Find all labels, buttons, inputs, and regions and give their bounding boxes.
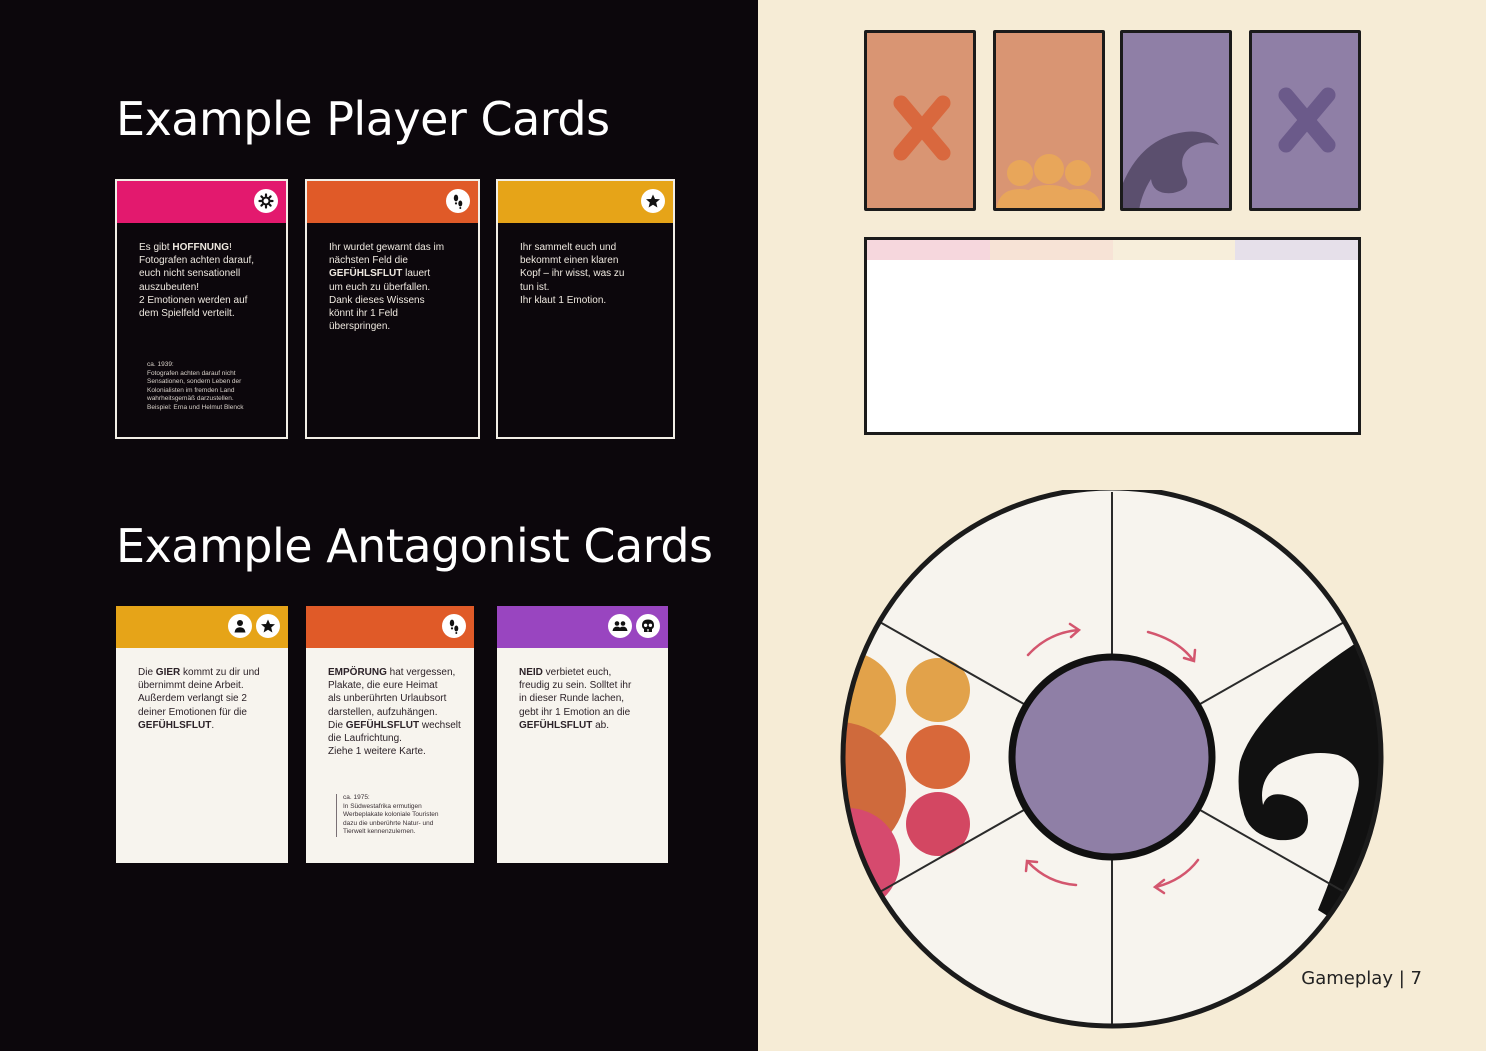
card-text-line: in dieser Runde lachen, [519, 693, 625, 705]
crowd-icon [996, 154, 1102, 208]
card-text-line: tun ist. [520, 281, 550, 293]
group-icon [608, 614, 632, 638]
card-text-line: 2 Emotionen werden auf [139, 294, 248, 306]
card-history-note: ca. 1975: In Südwestafrika ermutigen Werbe… [336, 794, 460, 837]
page-footer: Gameplay | 7 [1301, 968, 1422, 989]
card-text-line: GEFÜHLSFLUT. [138, 719, 215, 731]
card-text-line: als unberührten Urlaubsort [328, 693, 447, 705]
card-text-line: Ihr klaut 1 Emotion. [520, 294, 607, 306]
note-line: Tierwelt kennenzulernen. [343, 828, 416, 835]
card-text-line: übernimmt deine Arbeit. [138, 680, 244, 692]
antagonist-cards-heading: Example Antagonist Cards [116, 519, 713, 573]
card-text: Die GIER kommt zu dir und übernimmt deine… [138, 666, 276, 732]
card-text: Ihr wurdet gewarnt das im nächsten Feld d… [329, 241, 466, 333]
star-icon [641, 189, 665, 213]
card-text-line: bekommt einen klaren [520, 255, 619, 267]
card-slot-1[interactable] [864, 30, 976, 211]
card-text-line: Die GEFÜHLSFLUT wechselt [328, 719, 461, 731]
card-text-line: GEFÜHLSFLUT ab. [519, 719, 610, 731]
x-icon [1278, 87, 1336, 153]
right-page: Gameplay | 7 [758, 0, 1486, 1051]
card-text: Es gibt HOFFNUNG! Fotografen achten darau… [139, 241, 274, 320]
note-line: wahrheitsgemäß darzustellen. [147, 395, 234, 402]
player-card-hope[interactable]: Es gibt HOFFNUNG! Fotografen achten darau… [115, 179, 288, 439]
card-text-line: Dank dieses Wissens [329, 294, 425, 306]
antagonist-card-envy[interactable]: NEID verbietet euch, freudig zu sein. Sol… [497, 606, 668, 863]
note-line: In Südwestafrika ermutigen [343, 802, 422, 810]
card-text-line: freudig zu sein. Solltet ihr [519, 680, 632, 692]
card-text-line: darstellen, aufzuhängen. [328, 706, 438, 718]
card-slot-4[interactable] [1249, 30, 1361, 211]
gear-icon [254, 189, 278, 213]
game-wheel[interactable] [838, 490, 1388, 1030]
person-icon [228, 614, 252, 638]
card-text-line: Kopf – ihr wisst, was zu [520, 268, 625, 280]
card-slot-2[interactable] [993, 30, 1105, 211]
card-icons [228, 614, 280, 638]
player-card-clear-head[interactable]: Ihr sammelt euch und bekommt einen klaren… [496, 179, 675, 439]
card-text-line: Ziehe 1 weitere Karte. [328, 746, 426, 758]
card-display-stripe [867, 240, 1358, 260]
page-number: 7 [1410, 968, 1422, 989]
wave-icon [1123, 131, 1219, 208]
card-text: NEID verbietet euch, freudig zu sein. Sol… [519, 666, 656, 732]
skull-icon [636, 614, 660, 638]
card-icons [442, 614, 466, 638]
card-text-line: EMPÖRUNG hat vergessen, [328, 667, 456, 678]
x-icon [893, 95, 951, 161]
card-icons [254, 189, 278, 213]
antagonist-card-greed[interactable]: Die GIER kommt zu dir und übernimmt deine… [116, 606, 288, 863]
card-slot-3[interactable] [1120, 30, 1232, 211]
card-history-note: ca. 1939: Fotografen achten darauf nicht S… [147, 361, 270, 412]
card-text-line: um euch zu überfallen. [329, 281, 431, 293]
card-text-line: Ihr wurdet gewarnt das im [329, 242, 445, 253]
card-text-line: NEID verbietet euch, [519, 667, 612, 678]
footprints-icon [442, 614, 466, 638]
player-card-warning[interactable]: Ihr wurdet gewarnt das im nächsten Feld d… [305, 179, 480, 439]
card-text-line: Ihr sammelt euch und [520, 242, 617, 253]
card-text-line: euch nicht sensationell [139, 268, 241, 280]
footprints-icon [446, 189, 470, 213]
card-icons [608, 614, 660, 638]
note-line: dazu die unberührte Natur- und [343, 819, 434, 827]
card-text-line: Die GIER kommt zu dir und [138, 667, 260, 678]
note-line: Werbeplakate koloniale Touristen [343, 811, 439, 818]
card-text-line: könnt ihr 1 Feld [329, 308, 398, 320]
card-display-slot[interactable] [864, 237, 1361, 435]
center-circle[interactable] [1008, 653, 1216, 861]
card-text-line: dem Spielfeld verteilt. [139, 308, 235, 320]
card-text-line: nächsten Feld die [329, 255, 408, 267]
note-line: Beispiel: Erna und Helmut Blenck [147, 403, 244, 411]
card-text-line: Plakate, die eure Heimat [328, 680, 438, 692]
card-text-line: Außerdem verlangt sie 2 [138, 693, 247, 705]
note-line: ca. 1939: [147, 361, 174, 368]
left-page: Example Player Cards Es gibt HOFFNUNG! Fo… [0, 0, 758, 1051]
card-text-line: Es gibt HOFFNUNG! [139, 242, 232, 253]
card-icons [641, 189, 665, 213]
player-cards-heading: Example Player Cards [116, 92, 610, 146]
note-line: Kolonialisten im fremden Land [147, 386, 235, 394]
card-text-line: auszubeuten! [139, 281, 200, 293]
card-text-line: Fotografen achten darauf, [139, 255, 255, 267]
card-text-line: gebt ihr 1 Emotion an die [519, 706, 631, 718]
note-line: Sensationen, sondern Leben der [147, 378, 242, 385]
card-text-line: die Laufrichtung. [328, 733, 402, 745]
star-icon [256, 614, 280, 638]
note-line: Fotografen achten darauf nicht [147, 369, 236, 377]
footer-section: Gameplay [1301, 968, 1393, 989]
card-text-line: GEFÜHLSFLUT lauert [329, 268, 431, 280]
card-icons [446, 189, 470, 213]
card-text: EMPÖRUNG hat vergessen, Plakate, die eure… [328, 666, 462, 758]
note-line: ca. 1975: [343, 794, 370, 801]
card-text: Ihr sammelt euch und bekommt einen klaren… [520, 241, 661, 307]
footer-separator: | [1398, 968, 1405, 989]
card-text-line: deiner Emotionen für die [138, 706, 247, 718]
antagonist-card-outrage[interactable]: EMPÖRUNG hat vergessen, Plakate, die eure… [306, 606, 474, 863]
card-text-line: überspringen. [329, 321, 391, 333]
